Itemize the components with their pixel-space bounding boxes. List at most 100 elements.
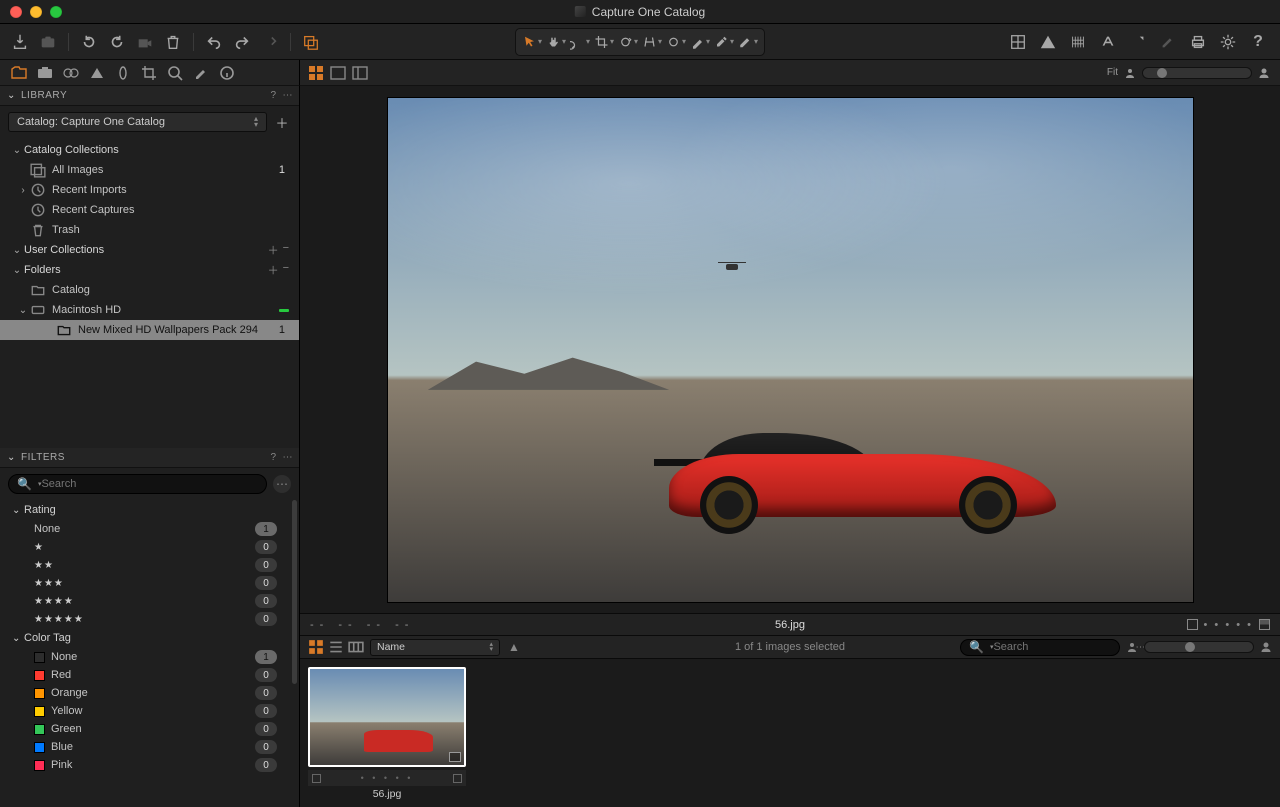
section-folders[interactable]: ⌄Folders＋−: [0, 260, 299, 280]
filter-rating-row[interactable]: ★★★★★0: [0, 610, 299, 628]
select-tool-icon[interactable]: ▾: [522, 32, 542, 52]
filters-help-icon[interactable]: ?: [270, 452, 276, 463]
library-panel-header[interactable]: ⌄ Library ?⋯: [0, 86, 299, 106]
tree-recent-captures[interactable]: Recent Captures: [0, 200, 299, 220]
remove-collection-icon[interactable]: −: [283, 242, 289, 258]
keystone-tool-icon[interactable]: ▾: [642, 32, 662, 52]
thumb-rating[interactable]: • • • • •: [324, 773, 450, 783]
filter-rating-row[interactable]: ★★0: [0, 556, 299, 574]
rating-picker[interactable]: • • • • •: [1204, 619, 1253, 631]
section-user-collections[interactable]: ⌄User Collections＋−: [0, 240, 299, 260]
panel-menu-icon[interactable]: ⋯: [283, 90, 294, 101]
settings-icon[interactable]: [1218, 32, 1238, 52]
reset-icon[interactable]: [232, 32, 252, 52]
auto-adjust-icon[interactable]: [301, 32, 321, 52]
browser-filmstrip-icon[interactable]: [348, 639, 364, 655]
details-tab-icon[interactable]: [166, 64, 184, 82]
library-tab-icon[interactable]: [10, 64, 28, 82]
exposure-tab-icon[interactable]: [114, 64, 132, 82]
annotate-tool-icon[interactable]: ▾: [738, 32, 758, 52]
rotate-tool-icon[interactable]: ▾: [618, 32, 638, 52]
loupe-tool-icon[interactable]: ▾: [570, 32, 590, 52]
filter-rating-row[interactable]: None1: [0, 520, 299, 538]
import-icon[interactable]: [10, 32, 30, 52]
window-close-button[interactable]: [10, 6, 22, 18]
process-icon[interactable]: [135, 32, 155, 52]
tree-recent-imports[interactable]: ›Recent Imports: [0, 180, 299, 200]
window-zoom-button[interactable]: [50, 6, 62, 18]
rotate-right-icon[interactable]: [107, 32, 127, 52]
filters-menu-icon[interactable]: ⋯: [283, 452, 294, 463]
tree-trash[interactable]: Trash: [0, 220, 299, 240]
window-minimize-button[interactable]: [30, 6, 42, 18]
filter-section-rating[interactable]: ⌄Rating: [0, 500, 299, 520]
filters-panel-header[interactable]: ⌄ Filters ?⋯: [0, 448, 299, 468]
redo-icon[interactable]: [260, 32, 280, 52]
lens-tab-icon[interactable]: [62, 64, 80, 82]
capture-icon[interactable]: [38, 32, 58, 52]
color-tag-picker[interactable]: [1187, 619, 1198, 630]
browser-search-input[interactable]: [993, 641, 1135, 653]
export-icon[interactable]: [1128, 32, 1148, 52]
metadata-tab-icon[interactable]: [218, 64, 236, 82]
filter-search-options[interactable]: ⋯: [273, 475, 291, 493]
pan-tool-icon[interactable]: ▾: [546, 32, 566, 52]
viewer-primary-icon[interactable]: [330, 65, 346, 81]
print-icon[interactable]: [1188, 32, 1208, 52]
capture-tab-icon[interactable]: [36, 64, 54, 82]
browser-search-box[interactable]: 🔍▾ ⋯: [960, 639, 1120, 656]
panel-help-icon[interactable]: ?: [270, 90, 276, 101]
filter-color-row[interactable]: Yellow0: [0, 702, 299, 720]
browser-grid-icon[interactable]: [308, 639, 324, 655]
tree-all-images[interactable]: All Images1: [0, 160, 299, 180]
variant-icon[interactable]: [1259, 619, 1270, 630]
filter-color-row[interactable]: None1: [0, 648, 299, 666]
adjustments-tab-icon[interactable]: [192, 64, 210, 82]
filter-rating-row[interactable]: ★0: [0, 538, 299, 556]
viewer-multi-icon[interactable]: [308, 65, 324, 81]
zoom-fit-label[interactable]: Fit: [1107, 67, 1118, 78]
filter-section-color[interactable]: ⌄Color Tag: [0, 628, 299, 648]
edit-icon[interactable]: [1158, 32, 1178, 52]
thumb-color-tag[interactable]: [312, 774, 321, 783]
filter-search-box[interactable]: 🔍▾: [8, 474, 267, 494]
tree-selected-folder[interactable]: New Mixed HD Wallpapers Pack 2941: [0, 320, 299, 340]
undo-icon[interactable]: [204, 32, 224, 52]
sort-selector[interactable]: Name ▴▾: [370, 639, 500, 656]
crop-tab-icon[interactable]: [140, 64, 158, 82]
tree-macintosh-hd[interactable]: ⌄Macintosh HD: [0, 300, 299, 320]
catalog-selector[interactable]: Catalog: Capture One Catalog ▴▾: [8, 112, 267, 132]
color-tab-icon[interactable]: [88, 64, 106, 82]
tree-catalog-folder[interactable]: Catalog: [0, 280, 299, 300]
trash-icon[interactable]: [163, 32, 183, 52]
spot-tool-icon[interactable]: ▾: [666, 32, 686, 52]
help-icon[interactable]: ?: [1248, 32, 1268, 52]
filter-color-row[interactable]: Red0: [0, 666, 299, 684]
remove-folder-icon[interactable]: −: [283, 262, 289, 278]
levels-icon[interactable]: [1068, 32, 1088, 52]
section-catalog-collections[interactable]: ⌄Catalog Collections: [0, 140, 299, 160]
warning-icon[interactable]: [1038, 32, 1058, 52]
mask-tool-icon[interactable]: ▾: [690, 32, 710, 52]
filter-color-row[interactable]: Blue0: [0, 738, 299, 756]
viewer-proof-icon[interactable]: [352, 65, 368, 81]
add-collection-icon[interactable]: ＋: [268, 242, 279, 258]
thumbnail[interactable]: • • • • • 56.jpg: [308, 667, 466, 800]
text-tool-icon[interactable]: [1098, 32, 1118, 52]
add-folder-icon[interactable]: ＋: [268, 262, 279, 278]
zoom-slider[interactable]: [1142, 67, 1252, 79]
filter-color-row[interactable]: Pink0: [0, 756, 299, 774]
rotate-left-icon[interactable]: [79, 32, 99, 52]
filter-color-row[interactable]: Green0: [0, 720, 299, 738]
crop-tool-icon[interactable]: ▾: [594, 32, 614, 52]
filter-rating-row[interactable]: ★★★★0: [0, 592, 299, 610]
add-catalog-button[interactable]: ＋: [273, 113, 291, 131]
thumb-size-slider[interactable]: [1144, 641, 1254, 653]
sort-direction-icon[interactable]: ▲: [506, 639, 522, 655]
eyedropper-tool-icon[interactable]: ▾: [714, 32, 734, 52]
browser-list-icon[interactable]: [328, 639, 344, 655]
image-viewer[interactable]: [300, 86, 1280, 613]
filter-rating-row[interactable]: ★★★0: [0, 574, 299, 592]
thumb-variant-icon[interactable]: [453, 774, 462, 783]
filter-search-input[interactable]: [41, 478, 258, 490]
